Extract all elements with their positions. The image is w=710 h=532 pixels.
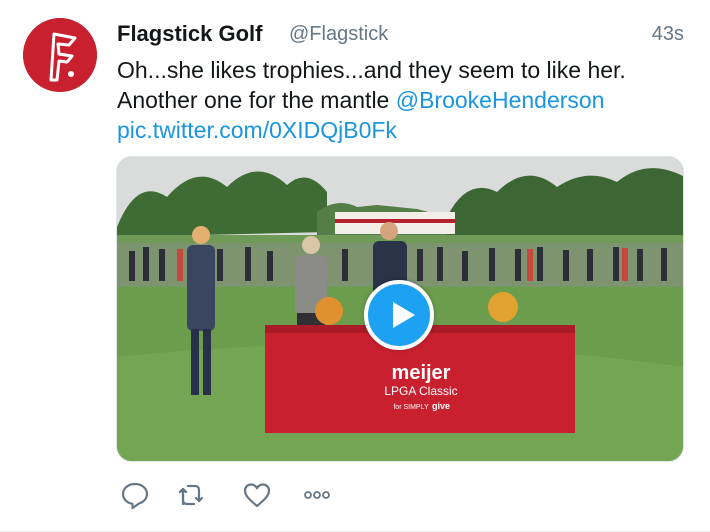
like-icon — [243, 483, 271, 508]
tweet-text: Oh...she likes trophies...and they seem … — [117, 55, 687, 145]
author-handle[interactable]: @Flagstick — [289, 20, 388, 48]
retweet-icon — [178, 484, 204, 506]
banner-event: LPGA Classic — [384, 384, 457, 398]
tweet-actions — [118, 478, 338, 514]
flagstick-logo-icon — [23, 18, 97, 92]
more-button[interactable] — [300, 478, 334, 512]
banner-sponsor: give — [432, 401, 450, 411]
author-name[interactable]: Flagstick Golf — [117, 20, 262, 48]
tweet-text-line: Oh...she likes trophies...and they seem … — [117, 57, 626, 83]
reply-button[interactable] — [118, 478, 152, 512]
reply-icon — [121, 482, 149, 510]
tweet-card[interactable]: Flagstick Golf @Flagstick 43s Oh...she l… — [0, 0, 710, 532]
like-button[interactable] — [240, 478, 274, 512]
tweet-text-fragment: Another one for the mantle — [117, 87, 396, 113]
tweet-timestamp[interactable]: 43s — [652, 20, 684, 48]
tweet-header: Flagstick Golf @Flagstick 43s — [117, 20, 684, 48]
more-icon — [304, 491, 330, 499]
play-button[interactable] — [364, 280, 434, 350]
retweet-button[interactable] — [174, 478, 208, 512]
media-link[interactable]: pic.twitter.com/0XIDQjB0Fk — [117, 115, 687, 145]
avatar[interactable] — [23, 18, 97, 92]
banner-sponsor-prefix: for SIMPLY — [393, 404, 429, 411]
banner-brand: meijer — [392, 362, 451, 384]
mention-link[interactable]: @BrookeHenderson — [396, 87, 605, 113]
video-player[interactable]: meijer LPGA Classic for SIMPLY give — [116, 156, 684, 462]
tweet-text-line: Another one for the mantle @BrookeHender… — [117, 85, 687, 115]
